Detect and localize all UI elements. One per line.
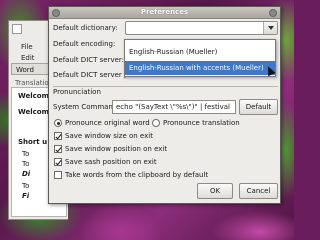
separator: [53, 86, 278, 87]
checkbox-save-window-position[interactable]: [54, 145, 62, 153]
checkbox-save-window-size[interactable]: [54, 132, 62, 140]
checkbox-save-sash-position[interactable]: [54, 158, 62, 166]
default-encoding-label: Default encoding:: [53, 40, 116, 48]
system-command-input[interactable]: echo "(SayText \"%s\")" | festival: [112, 100, 236, 114]
content-line: Di: [22, 170, 31, 178]
checkbox-clipboard-default[interactable]: [54, 171, 62, 179]
default-command-button[interactable]: Default: [239, 99, 278, 115]
radio-pronounce-translation-label[interactable]: Pronounce translation: [163, 119, 240, 127]
radio-pronounce-original[interactable]: [54, 119, 62, 127]
content-line: To: [22, 160, 30, 168]
system-command-label: System Command:: [53, 103, 120, 111]
dropdown-option-selected[interactable]: English-Russian with accents (Mueller): [125, 61, 275, 75]
title-bar[interactable]: Preferences: [49, 7, 280, 19]
radio-pronounce-original-label[interactable]: Pronounce original word: [65, 119, 150, 127]
checkbox-save-window-position-label[interactable]: Save window position on exit: [65, 145, 167, 153]
dropdown-arrow-button[interactable]: [263, 22, 277, 34]
default-dict-server-label: Default DICT server:: [53, 56, 125, 64]
checkbox-clipboard-default-label[interactable]: Take words from the clipboard by default: [65, 171, 208, 179]
cancel-button[interactable]: Cancel: [239, 183, 278, 199]
ok-button[interactable]: OK: [197, 183, 233, 199]
content-line: Short u: [18, 138, 48, 146]
dialog-title: Preferences: [140, 8, 189, 16]
content-line: To: [22, 150, 30, 158]
tab-word[interactable]: Word: [11, 63, 51, 75]
app-icon: [12, 24, 22, 34]
radio-pronounce-translation[interactable]: [152, 119, 160, 127]
checkbox-save-sash-position-label[interactable]: Save sash position on exit: [65, 158, 157, 166]
menu-file[interactable]: File: [21, 43, 33, 51]
dropdown-option[interactable]: English-Russian (Mueller): [125, 45, 275, 59]
content-line: To: [22, 182, 30, 190]
default-dictionary-label: Default dictionary:: [53, 24, 118, 32]
preferences-dialog: Preferences Default dictionary: Default …: [48, 6, 281, 204]
pronunciation-section-label: Pronunciation: [53, 88, 101, 96]
close-icon[interactable]: [269, 9, 277, 17]
checkbox-save-window-size-label[interactable]: Save window size on exit: [65, 132, 153, 140]
menu-edit[interactable]: Edit: [21, 54, 35, 62]
dictionary-dropdown-list: English-Russian (Mueller) English-Russia…: [124, 39, 276, 77]
default-dictionary-combo[interactable]: [125, 21, 278, 35]
content-line: Fi: [22, 192, 30, 200]
chevron-down-icon: [268, 26, 274, 30]
